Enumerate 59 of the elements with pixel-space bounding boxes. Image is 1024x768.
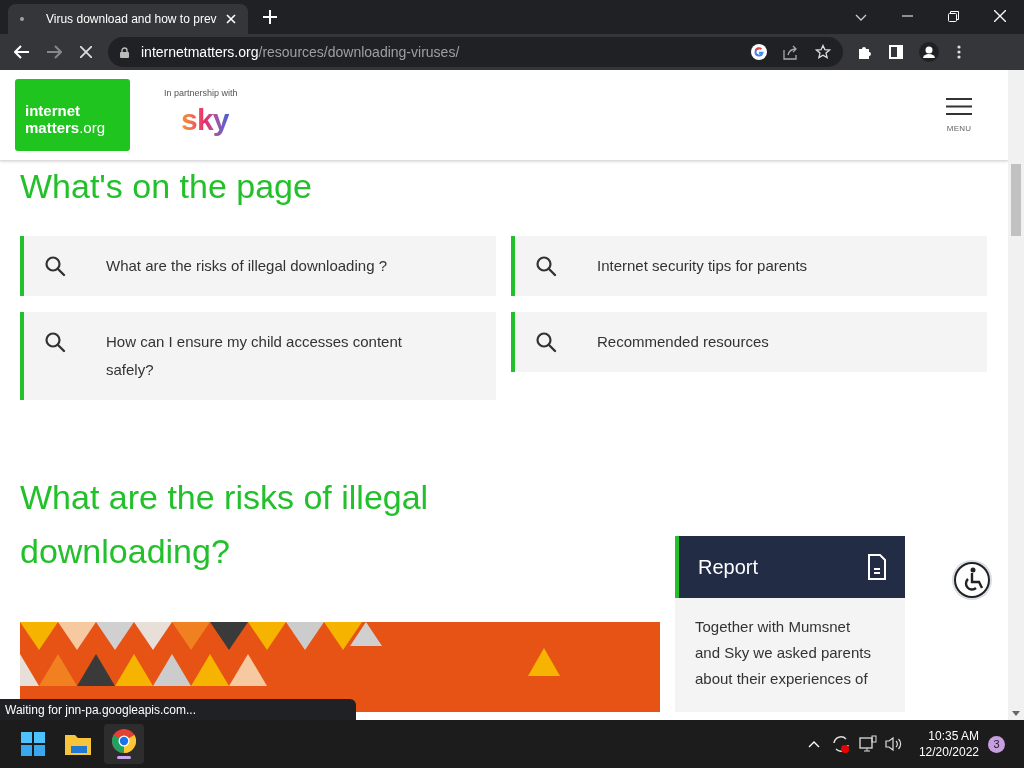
tab-title: Virus download and how to prev [46, 11, 218, 28]
contents-link[interactable]: Internet security tips for parents [511, 236, 987, 296]
stop-icon[interactable] [80, 46, 92, 58]
share-icon[interactable] [783, 44, 799, 60]
notification-badge[interactable]: 3 [988, 735, 1005, 753]
chevron-up-icon[interactable] [807, 740, 820, 748]
new-tab-icon[interactable] [263, 10, 277, 24]
back-icon[interactable] [14, 45, 30, 59]
url-text: internetmatters.org/resources/downloading-viruses/ [141, 42, 460, 62]
contents-link[interactable]: What are the risks of illegal downloading ? [20, 236, 496, 296]
volume-icon[interactable] [884, 736, 903, 752]
link-text: What are the risks of illegal downloading ? [106, 256, 387, 276]
logo-text: matters.org [25, 118, 107, 136]
contents-link[interactable]: Recommended resources [511, 312, 987, 372]
link-text: How can I ensure my child accesses content safely? [106, 332, 403, 380]
close-icon[interactable] [226, 14, 236, 24]
clock-date[interactable]: 12/20/2022 [918, 744, 979, 760]
sync-icon[interactable] [830, 734, 851, 754]
chevron-down-icon[interactable] [855, 14, 867, 22]
section-heading: What's on the page [20, 166, 313, 207]
menu-dots-icon[interactable] [957, 45, 961, 59]
clock-time[interactable]: 10:35 AM [928, 728, 979, 744]
folder-icon[interactable] [65, 733, 91, 755]
loading-icon [20, 17, 24, 21]
search-icon [535, 255, 557, 277]
search-icon [44, 331, 66, 353]
link-text: Recommended resources [597, 332, 769, 352]
lock-icon[interactable] [120, 46, 129, 58]
logo-text: internet [25, 102, 81, 119]
search-icon [44, 255, 66, 277]
puzzle-icon[interactable] [857, 44, 873, 60]
scroll-down-arrow-icon[interactable] [1012, 711, 1020, 716]
link-text: Internet security tips for parents [597, 256, 808, 276]
report-text: Together with Mumsnet and Sky we asked parents about their experiences of [695, 617, 872, 689]
accessibility-icon[interactable] [951, 559, 993, 601]
scrollbar-thumb[interactable] [1011, 164, 1021, 236]
chrome-icon [112, 729, 136, 753]
scrollbar[interactable] [1008, 70, 1024, 720]
star-icon[interactable] [815, 44, 831, 60]
address-bar[interactable]: internetmatters.org/resources/downloading-viruses/ [108, 37, 843, 67]
document-icon [867, 554, 887, 580]
section-heading: What are the risks of illegal downloading? [20, 477, 430, 572]
profile-icon[interactable] [919, 42, 939, 62]
search-icon [535, 331, 557, 353]
close-window-icon[interactable] [994, 10, 1006, 22]
browser-tab[interactable]: Virus download and how to prev [8, 4, 248, 34]
forward-icon[interactable] [46, 45, 62, 59]
start-icon[interactable] [21, 732, 45, 756]
side-panel-icon[interactable] [889, 45, 903, 59]
menu-icon [946, 98, 972, 115]
menu-button[interactable]: MENU [946, 98, 972, 135]
google-icon[interactable] [751, 44, 767, 60]
contents-link[interactable]: How can I ensure my child accesses content safely? [20, 312, 496, 400]
network-icon[interactable] [858, 735, 877, 753]
partner-label: In partnership with [164, 87, 238, 100]
report-title: Report [698, 555, 759, 580]
status-text: Waiting for jnn-pa.googleapis.com... [5, 701, 196, 719]
chrome-taskbar-button[interactable] [104, 724, 144, 764]
restore-icon[interactable] [948, 11, 959, 22]
